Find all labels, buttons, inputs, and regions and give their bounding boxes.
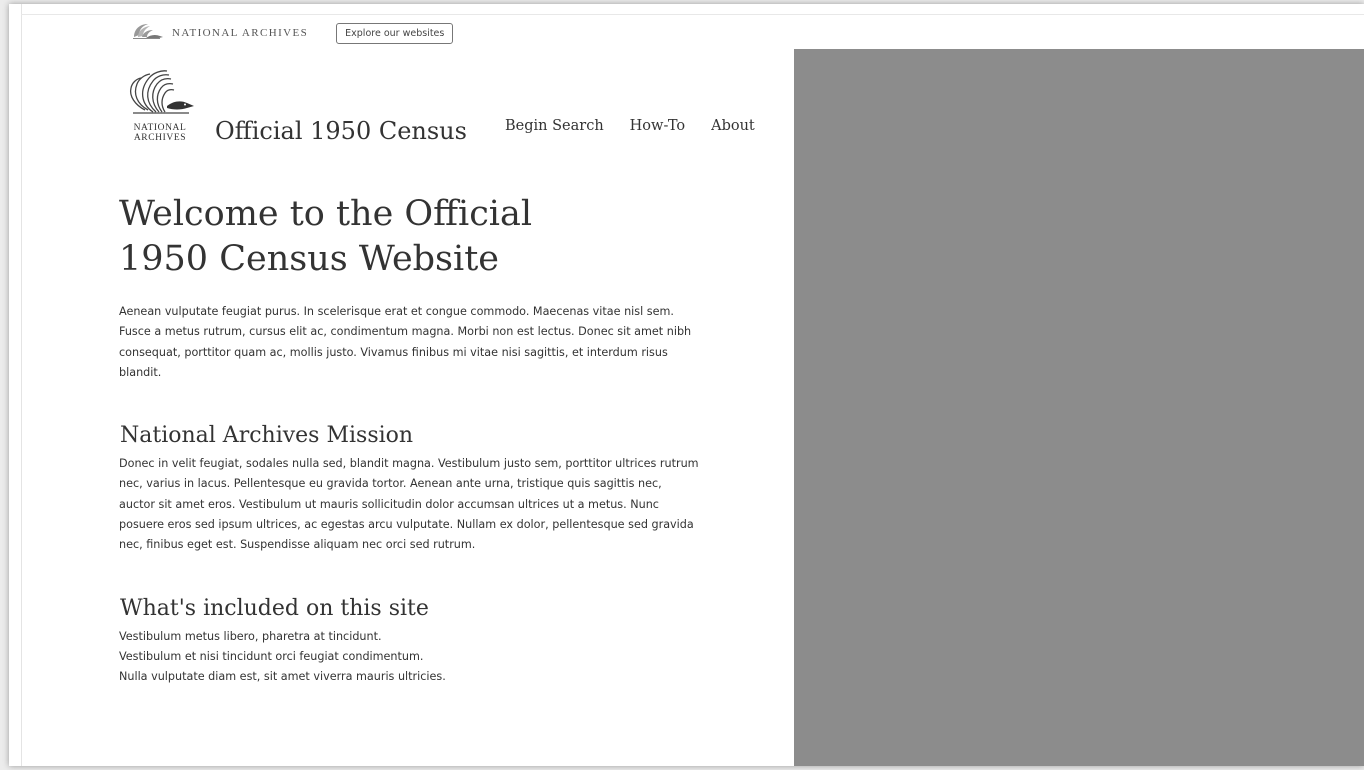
site-title[interactable]: Official 1950 Census [215, 117, 467, 145]
nav-how-to[interactable]: How-To [630, 118, 685, 134]
list-item: Nulla vulputate diam est, sit amet viver… [119, 670, 446, 684]
logo-text: NATIONAL ARCHIVES [134, 123, 187, 143]
mission-heading: National Archives Mission [120, 423, 414, 449]
site-header: NATIONAL ARCHIVES Official 1950 Census [119, 66, 467, 145]
mission-paragraph: Donec in velit feugiat, sodales nulla se… [119, 457, 699, 552]
utility-bar: NATIONAL ARCHIVES Explore our websites [130, 20, 454, 46]
intro-paragraph: Aenean vulputate feugiat purus. In scele… [119, 305, 692, 379]
page-title-line: Welcome to the Official [119, 194, 533, 234]
main-nav: Begin Search How-To About [505, 118, 755, 134]
included-heading: What's included on this site [120, 595, 429, 621]
list-item: Vestibulum metus libero, pharetra at tin… [119, 629, 382, 643]
hero-image-placeholder [794, 49, 1364, 766]
eagle-logo-icon [130, 21, 164, 46]
page-frame: NATIONAL ARCHIVES Explore our websites N… [9, 4, 1364, 766]
frame-divider [21, 14, 1364, 15]
explore-websites-button[interactable]: Explore our websites [336, 22, 454, 44]
page-title-line: 1950 Census Website [119, 239, 499, 279]
national-archives-link[interactable]: NATIONAL ARCHIVES [130, 21, 308, 46]
nav-begin-search[interactable]: Begin Search [505, 118, 604, 134]
logo-text-line: NATIONAL [133, 123, 187, 133]
nav-about[interactable]: About [711, 118, 755, 134]
frame-divider [21, 4, 22, 766]
list-item: Vestibulum et nisi tincidunt orci feugia… [119, 649, 424, 663]
page-title: Welcome to the Official 1950 Census Webs… [119, 192, 579, 282]
logo-text-line: ARCHIVES [133, 133, 187, 143]
national-archives-logo[interactable]: NATIONAL ARCHIVES [119, 66, 201, 143]
eagle-logo-icon [123, 66, 197, 123]
included-list: Vestibulum metus libero, pharetra at tin… [119, 627, 699, 688]
organization-name: NATIONAL ARCHIVES [172, 27, 309, 39]
main-content: Welcome to the Official 1950 Census Webs… [119, 192, 699, 688]
